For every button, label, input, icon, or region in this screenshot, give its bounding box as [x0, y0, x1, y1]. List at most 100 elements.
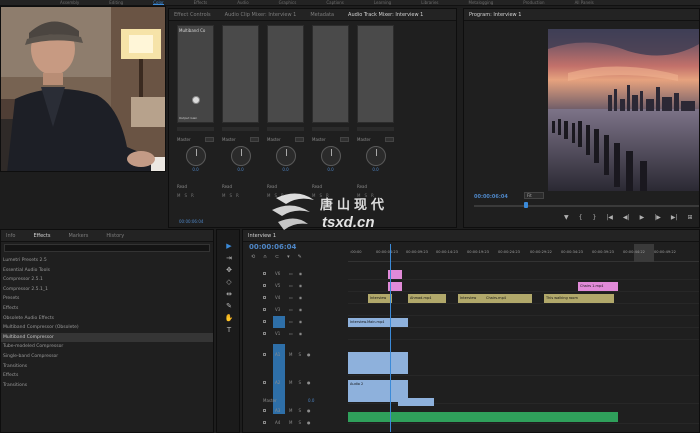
workspace-audio[interactable]: Audio	[237, 0, 248, 5]
clip-v4[interactable]: Interview	[458, 294, 484, 303]
razor-tool[interactable]: ◇	[217, 276, 239, 288]
pan-knob[interactable]	[320, 146, 341, 166]
record-button[interactable]: R	[281, 193, 284, 198]
tab-sequence[interactable]: Interview 1	[248, 233, 276, 239]
eye-icon[interactable]: ◉	[299, 331, 303, 336]
tab-metadata[interactable]: Metadata	[310, 12, 334, 18]
tab-markers[interactable]: Markers	[68, 233, 88, 239]
record-button[interactable]: R	[371, 193, 374, 198]
mixer-timecode[interactable]: 00:00:06:04	[179, 219, 203, 224]
effects-search-input[interactable]	[4, 244, 210, 252]
workspace-captions[interactable]: Captions	[326, 0, 344, 5]
solo-button[interactable]: S	[229, 193, 232, 198]
eye-icon[interactable]: ◉	[299, 295, 303, 300]
lock-icon[interactable]	[263, 332, 266, 335]
solo-icon[interactable]: S	[298, 352, 301, 357]
program-timecode[interactable]: 00:00:06:04	[474, 194, 508, 200]
program-scrubber[interactable]	[474, 202, 699, 208]
solo-icon[interactable]: S	[298, 380, 301, 385]
mute-icon[interactable]: M	[289, 420, 292, 425]
time-ruler[interactable]: :00:00 00:00:04:23 00:00:09:23 00:00:14:…	[348, 244, 699, 262]
workspace-editing[interactable]: Editing	[109, 0, 123, 5]
record-button[interactable]: R	[191, 193, 194, 198]
effect-insert-slot[interactable]	[357, 25, 394, 123]
list-item[interactable]: Compressor 2.5.1	[1, 275, 213, 285]
nest-icon[interactable]: ⟲	[251, 254, 255, 260]
eye-icon[interactable]: ◉	[299, 319, 303, 324]
tab-program[interactable]: Program: Interview 1	[469, 12, 521, 18]
lane-v2[interactable]: Interview.Main.mp4	[348, 316, 699, 328]
mute-button[interactable]: M	[177, 193, 180, 198]
music-clip[interactable]	[348, 412, 618, 422]
lane-v4[interactable]: Interview Ahmad.mp4 Interview Chairs.mp4…	[348, 292, 699, 304]
audio-clip[interactable]	[348, 352, 408, 374]
workspace-metalogging[interactable]: Metalogging	[469, 0, 494, 5]
step-back-button[interactable]: ◀|	[623, 214, 630, 221]
step-forward-button[interactable]: |▶	[654, 214, 661, 221]
list-item[interactable]: Transitions	[1, 362, 213, 372]
pan-value[interactable]: 0.0	[222, 167, 259, 172]
solo-button[interactable]: S	[274, 193, 277, 198]
list-item[interactable]: Transitions	[1, 381, 213, 391]
lane-a1[interactable]	[348, 348, 699, 376]
pan-value[interactable]: 0.0	[267, 167, 304, 172]
hand-tool[interactable]: ✋	[217, 312, 239, 324]
timeline-playhead[interactable]	[390, 244, 391, 432]
lock-icon[interactable]	[263, 421, 266, 424]
list-item[interactable]: Obsolete Audio Effects	[1, 314, 213, 324]
list-item[interactable]: Multiband Compressor (Obsolete)	[1, 323, 213, 333]
track-select-tool[interactable]: ⇥	[217, 252, 239, 264]
pan-knob[interactable]	[365, 146, 386, 166]
effect-param-knob[interactable]	[192, 96, 200, 104]
record-button[interactable]: R	[326, 193, 329, 198]
lane-v3[interactable]	[348, 304, 699, 316]
mark-out-button[interactable]: }	[592, 214, 596, 221]
effect-insert-slot[interactable]: Multiband Co Output Gain	[177, 25, 214, 123]
solo-icon[interactable]: S	[298, 420, 301, 425]
mute-button[interactable]: M	[357, 193, 360, 198]
workspace-learning[interactable]: Learning	[374, 0, 391, 5]
type-tool[interactable]: T	[217, 324, 239, 336]
mark-in-button[interactable]: {	[579, 214, 583, 221]
record-button[interactable]: R	[236, 193, 239, 198]
ripple-edit-tool[interactable]: ✥	[217, 264, 239, 276]
mic-icon[interactable]: ●	[307, 352, 311, 357]
snap-icon[interactable]: ∩	[263, 254, 267, 260]
lock-icon[interactable]	[263, 381, 266, 384]
selection-tool[interactable]: ▶	[217, 240, 239, 252]
program-zoom-dropdown[interactable]: Fit	[524, 192, 544, 199]
tab-audio-track-mixer[interactable]: Audio Track Mixer: Interview 1	[348, 12, 423, 18]
pan-knob[interactable]	[185, 146, 206, 166]
list-item[interactable]: Lumetri Presets 2.5	[1, 256, 213, 266]
sync-lock-icon[interactable]: ▭	[289, 295, 293, 300]
pan-value[interactable]: 0.0	[177, 167, 214, 172]
lane-v1[interactable]	[348, 328, 699, 340]
solo-icon[interactable]: S	[298, 408, 301, 413]
lane-v5[interactable]: Chairs 1.mp4	[348, 280, 699, 292]
mute-button[interactable]: M	[312, 193, 315, 198]
solo-button[interactable]: S	[184, 193, 187, 198]
wrench-icon[interactable]: ✎	[298, 254, 302, 260]
tab-effects[interactable]: Effects	[33, 233, 50, 239]
add-marker-icon[interactable]: ▾	[287, 254, 290, 260]
eye-icon[interactable]: ◉	[299, 307, 303, 312]
send-slot[interactable]	[312, 127, 349, 131]
output-dropdown[interactable]	[385, 137, 394, 142]
send-slot[interactable]	[177, 127, 214, 131]
output-dropdown[interactable]	[295, 137, 304, 142]
pan-knob[interactable]	[275, 146, 296, 166]
workspace-production[interactable]: Production	[523, 0, 544, 5]
master-track-value[interactable]: 0.0	[308, 398, 314, 403]
clip-v1[interactable]: Interview.Main.mp4	[348, 318, 408, 327]
linked-selection-icon[interactable]: ⊂	[275, 254, 279, 260]
mic-icon[interactable]: ●	[307, 408, 311, 413]
clip-v4[interactable]: Ahmad.mp4	[408, 294, 446, 303]
tab-history[interactable]: History	[106, 233, 124, 239]
send-slot[interactable]	[222, 127, 259, 131]
pan-value[interactable]: 0.0	[312, 167, 349, 172]
sync-lock-icon[interactable]: ▭	[289, 331, 293, 336]
tab-audio-clip-mixer[interactable]: Audio Clip Mixer: Interview 1	[225, 12, 297, 18]
list-item[interactable]: Presets	[1, 294, 213, 304]
sync-lock-icon[interactable]: ▭	[289, 283, 293, 288]
solo-button[interactable]: S	[364, 193, 367, 198]
